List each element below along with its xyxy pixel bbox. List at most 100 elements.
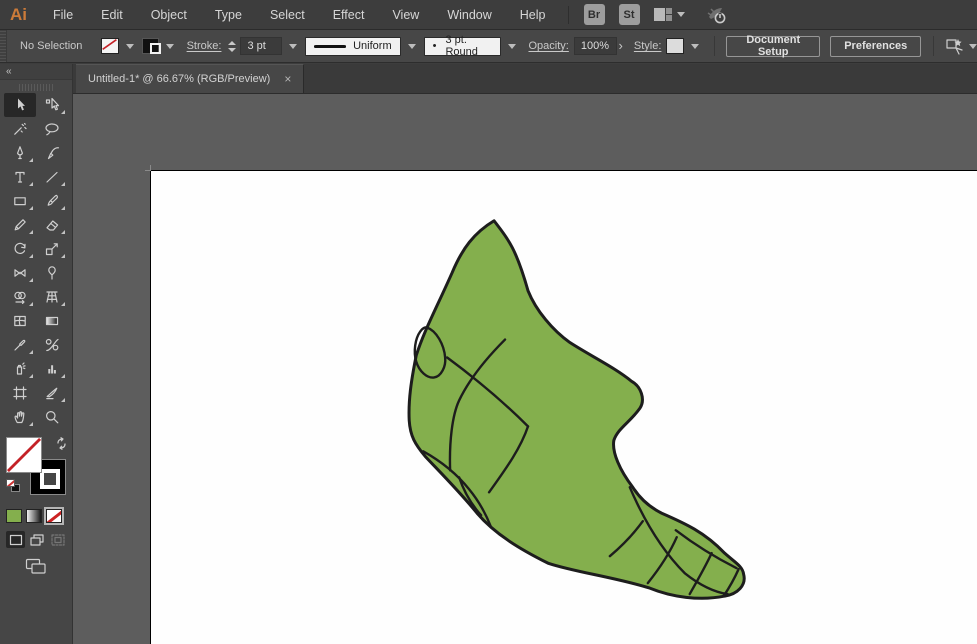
- workspace-switcher-icon[interactable]: [653, 7, 685, 22]
- draw-inside-button[interactable]: [48, 531, 67, 548]
- gradient-tool[interactable]: [36, 309, 68, 333]
- app-button-st[interactable]: St: [619, 4, 640, 25]
- tools-panel: «: [0, 64, 73, 644]
- stroke-color-icon[interactable]: [142, 38, 159, 54]
- swap-fill-stroke-icon[interactable]: [55, 437, 68, 455]
- shape-builder-tool[interactable]: [4, 285, 36, 309]
- direct-selection-tool[interactable]: [36, 93, 68, 117]
- curvature-tool[interactable]: [36, 141, 68, 165]
- fill-none-icon[interactable]: [101, 38, 118, 54]
- rotate-tool[interactable]: [4, 237, 36, 261]
- selection-status: No Selection: [20, 40, 82, 52]
- app-button-br[interactable]: Br: [584, 4, 605, 25]
- menu-object[interactable]: Object: [137, 0, 201, 30]
- draw-behind-button[interactable]: [27, 531, 46, 548]
- style-panel-link[interactable]: Style:: [634, 40, 662, 52]
- menu-bar: Ai FileEditObjectTypeSelectEffectViewWin…: [0, 0, 977, 30]
- eraser-tool[interactable]: [36, 213, 68, 237]
- menu-view[interactable]: View: [378, 0, 433, 30]
- hand-tool[interactable]: [4, 405, 36, 429]
- free-transform-tool[interactable]: [36, 261, 68, 285]
- fill-dropdown[interactable]: [122, 37, 134, 55]
- menu-help[interactable]: Help: [506, 0, 560, 30]
- select-similar-icon[interactable]: [945, 37, 977, 55]
- app-buttons: Br St: [577, 4, 647, 25]
- document-tab-title: Untitled-1* @ 66.67% (RGB/Preview): [88, 73, 270, 85]
- perspective-grid-tool[interactable]: [36, 285, 68, 309]
- gradient-tool-icon: [44, 313, 60, 329]
- gradient-button[interactable]: [26, 509, 42, 523]
- curvature-tool-icon: [44, 145, 60, 161]
- rectangle-tool[interactable]: [4, 189, 36, 213]
- stroke-dropdown[interactable]: [162, 37, 174, 55]
- menu-select[interactable]: Select: [256, 0, 319, 30]
- brush-definition-select[interactable]: • 3 pt. Round: [424, 37, 501, 56]
- pen-tool[interactable]: [4, 141, 36, 165]
- stroke-panel-link[interactable]: Stroke:: [187, 40, 222, 52]
- magic-wand-tool-icon: [12, 121, 28, 137]
- scale-tool[interactable]: [36, 237, 68, 261]
- artboard-tool[interactable]: [4, 381, 36, 405]
- chevron-down-icon: [126, 44, 134, 49]
- controlbar-separator: [714, 36, 715, 56]
- color-button[interactable]: [6, 509, 22, 523]
- rotate-tool-icon: [12, 241, 28, 257]
- width-profile-dropdown[interactable]: [404, 37, 416, 55]
- stroke-weight-value[interactable]: 3 pt: [240, 37, 281, 55]
- scale-tool-icon: [44, 241, 60, 257]
- shaper-tool-icon: [12, 217, 28, 233]
- lasso-tool-icon: [44, 121, 60, 137]
- magic-wand-tool[interactable]: [4, 117, 36, 141]
- canvas-pasteboard[interactable]: [73, 94, 977, 644]
- artboard[interactable]: [150, 170, 977, 644]
- default-fill-stroke-icon[interactable]: [6, 479, 20, 492]
- type-tool[interactable]: [4, 165, 36, 189]
- panel-collapse-button[interactable]: «: [0, 64, 72, 80]
- menu-type[interactable]: Type: [201, 0, 256, 30]
- mesh-tool[interactable]: [4, 309, 36, 333]
- opacity-panel-link[interactable]: Opacity:: [529, 40, 569, 52]
- eyedropper-tool[interactable]: [4, 333, 36, 357]
- stroke-weight-dropdown[interactable]: [285, 37, 297, 55]
- style-dropdown[interactable]: [687, 37, 699, 55]
- slice-tool[interactable]: [36, 381, 68, 405]
- line-segment-tool[interactable]: [36, 165, 68, 189]
- menu-list: FileEditObjectTypeSelectEffectViewWindow…: [39, 0, 560, 30]
- gpu-performance-icon[interactable]: [705, 5, 729, 25]
- pen-tool-icon: [12, 145, 28, 161]
- paintbrush-tool[interactable]: [36, 189, 68, 213]
- document-tab[interactable]: Untitled-1* @ 66.67% (RGB/Preview) ×: [76, 64, 304, 93]
- column-graph-tool[interactable]: [36, 357, 68, 381]
- document-setup-button[interactable]: Document Setup: [726, 36, 820, 57]
- menu-file[interactable]: File: [39, 0, 87, 30]
- fill-stroke-indicator: [4, 437, 68, 501]
- blend-tool[interactable]: [36, 333, 68, 357]
- menu-effect[interactable]: Effect: [319, 0, 379, 30]
- preferences-button[interactable]: Preferences: [830, 36, 921, 57]
- opacity-slider-arrow[interactable]: ›: [617, 38, 629, 55]
- shaper-tool[interactable]: [4, 213, 36, 237]
- selection-tool[interactable]: [4, 93, 36, 117]
- brush-definition-dropdown[interactable]: [504, 37, 516, 55]
- menu-window[interactable]: Window: [433, 0, 505, 30]
- lasso-tool[interactable]: [36, 117, 68, 141]
- controlbar-separator: [933, 36, 934, 56]
- change-screen-mode-icon[interactable]: [23, 558, 49, 575]
- type-tool-icon: [12, 169, 28, 185]
- opacity-input[interactable]: 100%: [574, 37, 617, 55]
- width-tool[interactable]: [4, 261, 36, 285]
- tab-close-icon[interactable]: ×: [284, 72, 291, 86]
- panel-drag-grip[interactable]: [19, 84, 53, 91]
- none-button[interactable]: [46, 509, 62, 523]
- column-graph-tool-icon: [44, 361, 60, 377]
- draw-normal-button[interactable]: [6, 531, 25, 548]
- width-profile-select[interactable]: Uniform: [305, 37, 401, 56]
- symbol-sprayer-tool[interactable]: [4, 357, 36, 381]
- stroke-weight-stepper[interactable]: [228, 41, 236, 52]
- panel-grip[interactable]: [0, 30, 7, 62]
- chevron-down-icon: [166, 44, 174, 49]
- style-swatch[interactable]: [666, 38, 683, 54]
- menu-edit[interactable]: Edit: [87, 0, 137, 30]
- zoom-tool[interactable]: [36, 405, 68, 429]
- fill-swatch-indicator[interactable]: [6, 437, 42, 473]
